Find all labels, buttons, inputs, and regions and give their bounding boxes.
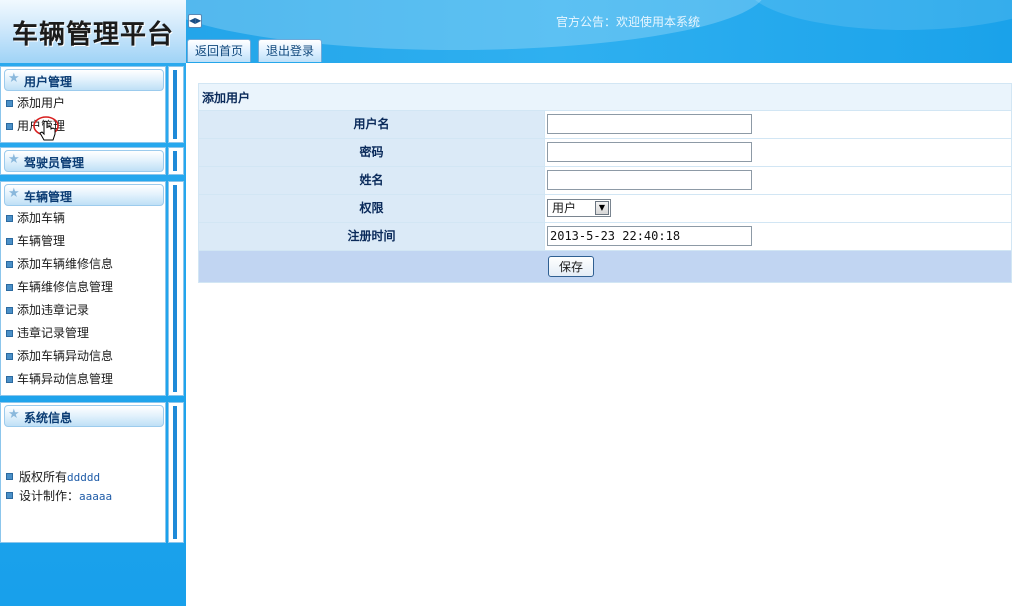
name-label: 姓名 [199,167,545,194]
copyright-label: 版权所有 [19,470,68,484]
menu-rail [168,402,184,543]
designer-line: 设计制作：aaaaa [1,487,112,505]
form-row-username: 用户名 [198,111,1012,139]
sidebar-item-violation-management[interactable]: 违章记录管理 [1,322,165,345]
menu-panel-driver: ★ 驾驶员管理 [0,147,166,175]
menu-header-label: 车辆管理 [24,190,73,204]
save-button[interactable]: 保存 [548,256,594,277]
sidebar-item-label: 违章记录管理 [17,326,90,340]
menu-rail [168,181,184,396]
sidebar: ★ 用户管理 添加用户 用户管理 ★ 驾驶员管理 ★ 车辆管理 添加车辆 车辆管… [0,63,186,606]
add-user-form: 添加用户 用户名 密码 姓名 权限 用户 ▼ 注册时间 保存 [198,83,1012,283]
bullet-square-icon [6,492,13,499]
sidebar-item-label: 车辆维修信息管理 [17,280,114,294]
collapse-arrows-icon[interactable]: ◀▶ [188,14,202,28]
bullet-square-icon [6,473,13,480]
sidebar-item-add-vehicle-change[interactable]: 添加车辆异动信息 [1,345,165,368]
announcement: 官方公告：欢迎使用本系统 [556,15,701,29]
form-title: 添加用户 [198,83,1012,111]
star-icon: ★ [8,152,20,167]
role-selected-value: 用户 [552,201,577,215]
bullet-square-icon [6,261,13,268]
header: 车辆管理平台 ◀▶ 官方公告：欢迎使用本系统 返回首页 退出登录 [0,0,1012,63]
tab-home[interactable]: 返回首页 [187,39,252,62]
sidebar-item-label: 添加用户 [17,96,66,110]
menu-header-vehicle-management[interactable]: ★ 车辆管理 [4,184,164,206]
form-row-role: 权限 用户 ▼ [198,195,1012,223]
menu-rail [168,147,184,175]
sidebar-item-vehicle-change-management[interactable]: 车辆异动信息管理 [1,368,165,391]
sidebar-item-add-vehicle[interactable]: 添加车辆 [1,207,165,230]
bullet-square-icon [6,100,13,107]
bullet-square-icon [6,330,13,337]
menu-header-driver-management[interactable]: ★ 驾驶员管理 [4,150,164,172]
menu-rail [168,66,184,143]
copyright-value: ddddd [67,471,101,484]
sidebar-item-add-violation[interactable]: 添加违章记录 [1,299,165,322]
star-icon: ★ [8,186,20,201]
sidebar-item-label: 车辆异动信息管理 [17,372,114,386]
menu-panel-system-info: ★ 系统信息 版权所有ddddd 设计制作：aaaaa [0,402,166,543]
copyright-line: 版权所有ddddd [1,468,100,486]
role-select[interactable]: 用户 ▼ [547,199,611,217]
sidebar-item-label: 用户管理 [17,119,66,133]
sidebar-item-user-management[interactable]: 用户管理 [1,115,165,138]
bullet-square-icon [6,376,13,383]
menu-header-label: 用户管理 [24,75,73,89]
menu-header-label: 系统信息 [24,411,73,425]
form-row-register-time: 注册时间 [198,223,1012,251]
bullet-square-icon [6,215,13,222]
menu-header-label: 驾驶员管理 [24,156,85,170]
username-label: 用户名 [199,111,545,138]
form-actions: 保存 [198,251,1012,283]
password-label: 密码 [199,139,545,166]
sidebar-item-label: 添加车辆维修信息 [17,257,114,271]
designer-label: 设计制作： [19,489,80,503]
password-input[interactable] [547,142,752,162]
sidebar-item-add-user[interactable]: 添加用户 [1,92,165,115]
name-input[interactable] [547,170,752,190]
logo-panel: 车辆管理平台 [0,0,186,63]
bullet-square-icon [6,238,13,245]
sidebar-item-vehicle-management[interactable]: 车辆管理 [1,230,165,253]
sidebar-item-label: 添加车辆 [17,211,66,225]
menu-header-system-info[interactable]: ★ 系统信息 [4,405,164,427]
sidebar-item-label: 添加违章记录 [17,303,90,317]
username-input[interactable] [547,114,752,134]
sidebar-item-repair-info-management[interactable]: 车辆维修信息管理 [1,276,165,299]
sidebar-item-add-repair-info[interactable]: 添加车辆维修信息 [1,253,165,276]
register-time-input[interactable] [547,226,752,246]
form-row-password: 密码 [198,139,1012,167]
dropdown-arrow-icon: ▼ [595,201,609,215]
role-label: 权限 [199,195,545,222]
sidebar-item-label: 添加车辆异动信息 [17,349,114,363]
star-icon: ★ [8,407,20,422]
star-icon: ★ [8,71,20,86]
designer-value: aaaaa [79,490,113,503]
register-time-label: 注册时间 [199,223,545,250]
bullet-square-icon [6,123,13,130]
bullet-square-icon [6,284,13,291]
menu-panel-user: ★ 用户管理 添加用户 用户管理 [0,66,166,143]
form-row-name: 姓名 [198,167,1012,195]
bullet-square-icon [6,307,13,314]
menu-header-user-management[interactable]: ★ 用户管理 [4,69,164,91]
tab-logout[interactable]: 退出登录 [258,39,323,62]
menu-panel-vehicle: ★ 车辆管理 添加车辆 车辆管理 添加车辆维修信息 车辆维修信息管理 添加违章记… [0,181,166,396]
sidebar-item-label: 车辆管理 [17,234,66,248]
bullet-square-icon [6,353,13,360]
app-title: 车辆管理平台 [12,20,175,50]
